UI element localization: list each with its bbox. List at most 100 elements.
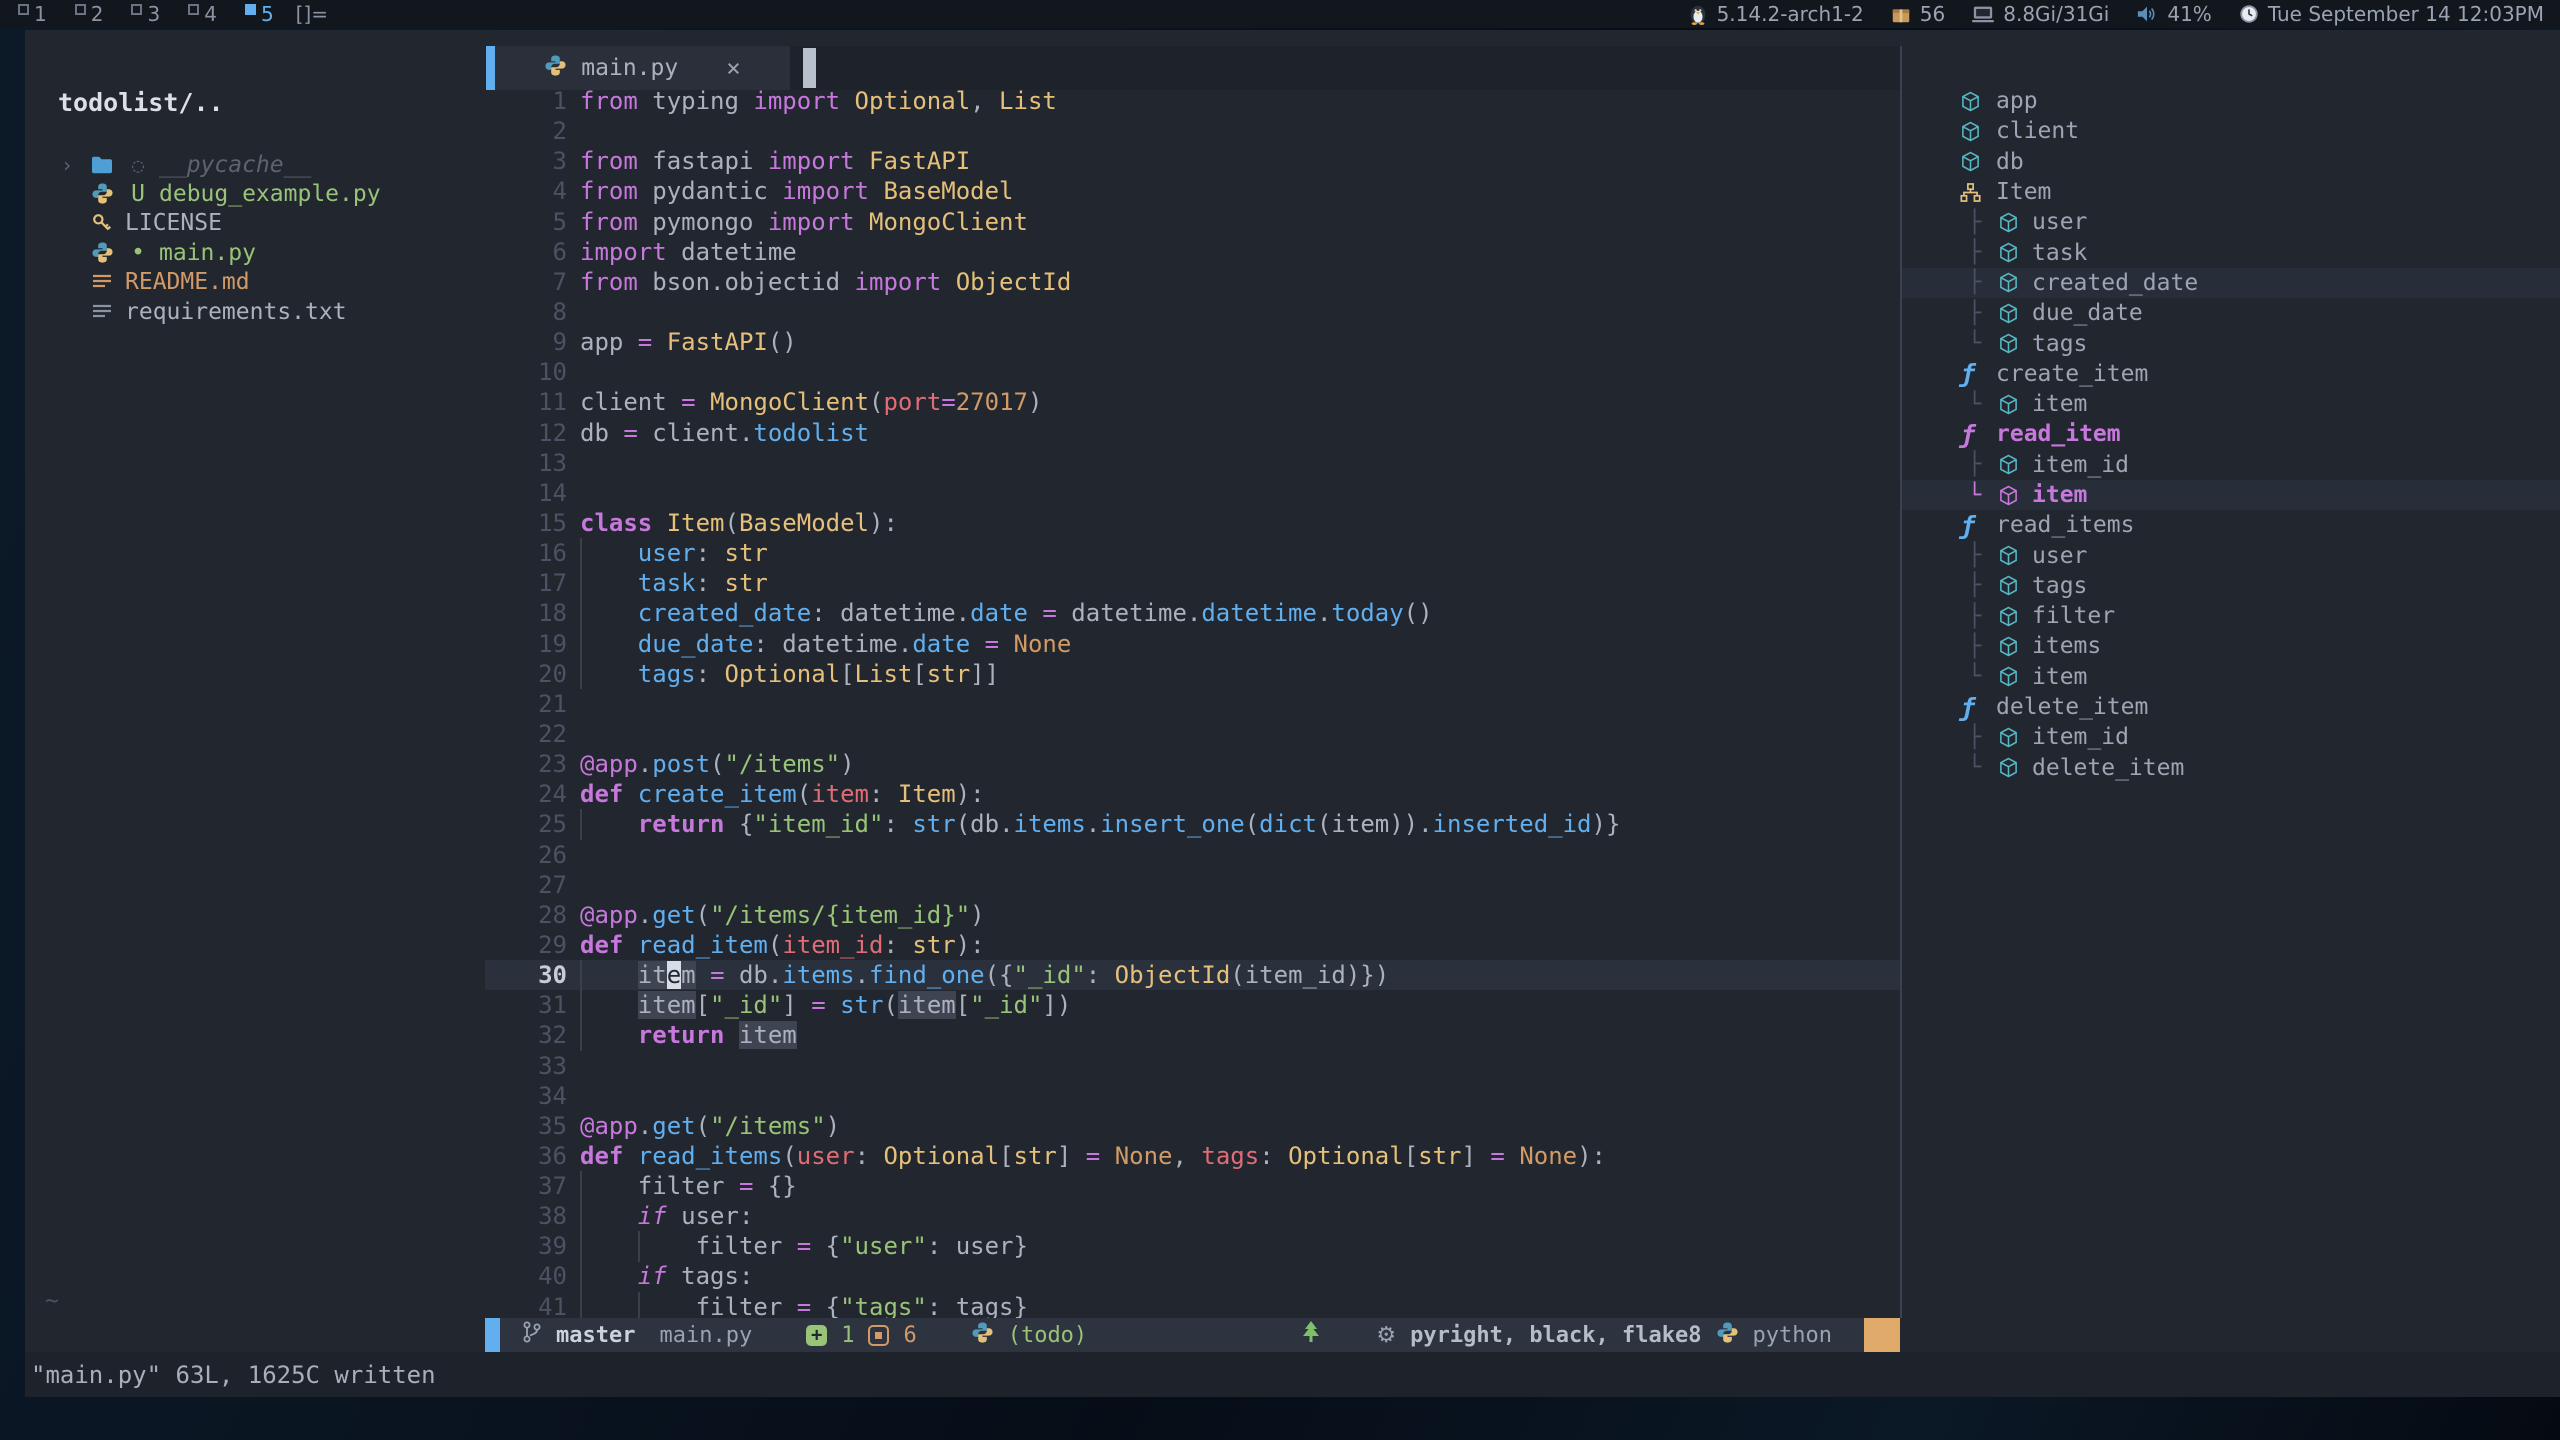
code-line[interactable]: 21 [485,689,1900,719]
tree-item-main.py[interactable]: •main.py [25,238,485,267]
tree-item-debug_example.py[interactable]: Udebug_example.py [25,179,485,208]
code-line[interactable]: 4from pydantic import BaseModel [485,176,1900,206]
symbol-delete_item[interactable]: └delete_item [1902,753,2560,783]
code-line[interactable]: 1from typing import Optional, List [485,86,1900,116]
code-line[interactable]: 36def read_items(user: Optional[str] = N… [485,1141,1900,1171]
tree-item-requirements.txt[interactable]: requirements.txt [25,297,485,326]
code-line[interactable]: 3from fastapi import FastAPI [485,146,1900,176]
code-line[interactable]: 7from bson.objectid import ObjectId [485,267,1900,297]
symbol-item[interactable]: └item [1902,480,2560,510]
code-line[interactable]: 39 filter = {"user": user} [485,1231,1900,1261]
code-line[interactable]: 30 item = db.items.find_one({"_id": Obje… [485,960,1900,990]
chevron-right-icon[interactable]: › [61,153,73,177]
code-line[interactable]: 38 if user: [485,1201,1900,1231]
workspace-tag-2[interactable]: 2 [71,2,108,26]
tab-close-icon[interactable]: × [726,54,740,82]
symbol-task[interactable]: ├task [1902,237,2560,267]
code-line[interactable]: 19 due_date: datetime.date = None [485,629,1900,659]
code-line[interactable]: 13 [485,448,1900,478]
line-number: 16 [485,538,580,568]
symbol-label: db [1996,149,2024,175]
code-line[interactable]: 12db = client.todolist [485,418,1900,448]
code-line[interactable]: 23@app.post("/items") [485,749,1900,779]
code-line[interactable]: 28@app.get("/items/{item_id}") [485,900,1900,930]
symbol-due_date[interactable]: ├due_date [1902,298,2560,328]
symbol-tags[interactable]: └tags [1902,328,2560,358]
code-line[interactable]: 9app = FastAPI() [485,327,1900,357]
code-line[interactable]: 10 [485,357,1900,387]
code-line[interactable]: 31 item["_id"] = str(item["_id"]) [485,990,1900,1020]
line-number: 37 [485,1171,580,1201]
symbol-filter[interactable]: ├filter [1902,601,2560,631]
tab-main-py[interactable]: main.py × [495,46,790,90]
line-number: 33 [485,1051,580,1081]
code-line[interactable]: 32 return item [485,1020,1900,1050]
code-line[interactable]: 29def read_item(item_id: str): [485,930,1900,960]
code-line[interactable]: 20 tags: Optional[List[str]] [485,659,1900,689]
tree-item-README.md[interactable]: README.md [25,268,485,297]
code-line[interactable]: 24def create_item(item: Item): [485,779,1900,809]
code-line[interactable]: 22 [485,719,1900,749]
symbol-item_id[interactable]: ├item_id [1902,722,2560,752]
line-number: 38 [485,1201,580,1231]
symbol-read_items[interactable]: ƒread_items [1902,510,2560,540]
code-line[interactable]: 25 return {"item_id": str(db.items.inser… [485,809,1900,839]
code-line[interactable]: 14 [485,478,1900,508]
symbol-read_item[interactable]: ƒread_item [1902,419,2560,449]
indent-guide [580,629,638,659]
code-line[interactable]: 27 [485,870,1900,900]
symbol-db[interactable]: db [1902,147,2560,177]
code-line[interactable]: 18 created_date: datetime.date = datetim… [485,598,1900,628]
line-number: 24 [485,779,580,809]
symbol-client[interactable]: client [1902,116,2560,146]
code-text: class Item(BaseModel): [580,508,1900,538]
tree-item-LICENSE[interactable]: LICENSE [25,209,485,238]
workspace-tag-1[interactable]: 1 [14,2,51,26]
workspace-tag-5[interactable]: 5 [241,2,278,26]
lsp-tools-list: pyright, black, flake8 [1410,1323,1701,1348]
symbol-create_item[interactable]: ƒcreate_item [1902,359,2560,389]
git-status-badge: U [125,181,151,207]
code-line[interactable]: 34 [485,1081,1900,1111]
search-highlight: it [638,961,667,989]
code-line[interactable]: 8 [485,297,1900,327]
code-line[interactable]: 16 user: str [485,538,1900,568]
symbol-user[interactable]: ├user [1902,540,2560,570]
symbol-app[interactable]: app [1902,86,2560,116]
line-number: 22 [485,719,580,749]
workspace-tag-3[interactable]: 3 [127,2,164,26]
code-line[interactable]: 5from pymongo import MongoClient [485,207,1900,237]
symbol-item[interactable]: └item [1902,662,2560,692]
tree-item-__pycache__[interactable]: ›◌__pycache__ [25,150,485,179]
symbol-delete_item[interactable]: ƒdelete_item [1902,692,2560,722]
symbol-Item[interactable]: Item [1902,177,2560,207]
tree-item-label: LICENSE [125,210,222,236]
symbol-items[interactable]: ├items [1902,631,2560,661]
symbol-created_date[interactable]: ├created_date [1902,268,2560,298]
variable-cube-icon [1998,727,2019,748]
code-line[interactable]: 2 [485,116,1900,146]
file-explorer-root[interactable]: todolist/.. [58,88,224,117]
indent-guide [580,809,638,839]
symbol-tags[interactable]: ├tags [1902,571,2560,601]
code-line[interactable]: 15class Item(BaseModel): [485,508,1900,538]
code-editor[interactable]: 1from typing import Optional, List23from… [485,86,1900,1324]
symbol-item[interactable]: └item [1902,389,2560,419]
code-text: app = FastAPI() [580,327,1900,357]
code-line[interactable]: 35@app.get("/items") [485,1111,1900,1141]
code-line[interactable]: 37 filter = {} [485,1171,1900,1201]
code-line[interactable]: 17 task: str [485,568,1900,598]
symbol-user[interactable]: ├user [1902,207,2560,237]
code-line[interactable]: 6import datetime [485,237,1900,267]
symbol-label: read_items [1996,512,2134,538]
line-number: 31 [485,990,580,1020]
code-line[interactable]: 11client = MongoClient(port=27017) [485,387,1900,417]
code-line[interactable]: 26 [485,840,1900,870]
git-branch-icon [522,1320,542,1350]
symbol-item_id[interactable]: ├item_id [1902,450,2560,480]
code-line[interactable]: 40 if tags: [485,1261,1900,1291]
workspace-tag-4[interactable]: 4 [184,2,221,26]
workspace-number: 4 [204,2,217,26]
search-highlight: m [681,961,695,989]
code-line[interactable]: 33 [485,1051,1900,1081]
